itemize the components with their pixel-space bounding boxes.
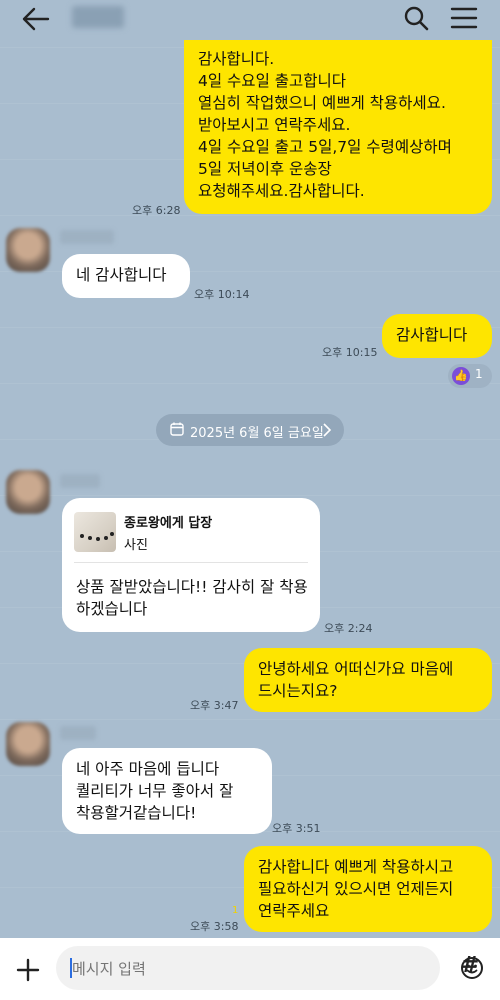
message-line: 5일 저녁이후 운송장 [198,160,332,178]
message-line: 상품 잘받았습니다!! 감사히 잘 [76,578,275,596]
thumbs-up-icon: 👍 [452,367,470,385]
message-bubble-received[interactable]: 네 감사합니다 [62,254,190,298]
menu-icon [450,7,478,29]
sender-name-redacted [60,230,114,244]
avatar[interactable] [6,722,50,766]
message-line: 4일 수요일 출고합니다 [198,72,347,90]
reply-type: 사진 [124,538,148,553]
chevron-right-icon [323,423,332,437]
message-time: 오후 2:24 [324,622,373,635]
message-line: 4일 수요일 출고 5일,7일 수령예상하며 [198,138,452,156]
search-icon [404,6,429,31]
message-line: 착용할거같습니다! [76,804,197,822]
message-composer: # [0,938,500,1000]
date-divider[interactable]: 2025년 6월 6일 금요일 [156,414,344,446]
menu-button[interactable] [450,6,478,30]
message-bubble-sent[interactable]: 감사합니다 예쁘게 착용하시고 필요하신거 있으시면 언제든지 연락주세요 [244,846,492,932]
message-line: 감사합니다. [198,50,275,68]
message-text: 상품 잘받았습니다!! 감사히 잘 착용하겠습니다 [76,576,320,620]
message-bubble-sent[interactable]: 감사합니다. 4일 수요일 출고합니다 열심히 작업했으니 예쁘게 착용하세요.… [184,40,492,214]
unread-count: 1 [232,905,239,916]
reply-message-bubble[interactable]: 종로왕에게 답장 사진 상품 잘받았습니다!! 감사히 잘 착용하겠습니다 [62,498,320,632]
chat-title-redacted [72,6,124,28]
divider [74,562,308,563]
hash-icon: # [460,953,480,978]
message-input-box[interactable] [56,946,483,990]
back-arrow-icon [22,7,50,31]
message-time: 오후 3:58 [190,920,239,933]
avatar[interactable] [6,228,50,272]
back-button[interactable] [20,6,50,32]
message-bubble-received[interactable]: 네 아주 마음에 듭니다 퀄리티가 너무 좋아서 잘 착용할거같습니다! [62,748,272,834]
chat-header [0,0,500,40]
date-text: 2025년 6월 6일 금요일 [190,426,324,441]
message-bubble-sent[interactable]: 감사합니다 [382,314,492,358]
message-time: 오후 6:28 [132,204,181,217]
message-line: 드시는지요? [258,682,338,700]
attach-button[interactable] [14,956,42,984]
message-line: 안녕하세요 어떠신가요 마음에 [258,660,454,678]
plus-icon [16,958,40,982]
message-text: 감사합니다 [396,326,468,344]
sender-name-redacted [60,726,96,740]
message-line: 감사합니다 예쁘게 착용하시고 [258,858,454,876]
message-time: 오후 3:47 [190,699,239,712]
avatar[interactable] [6,470,50,514]
search-button[interactable] [402,4,430,32]
message-time: 오후 10:15 [322,346,378,359]
message-line: 필요하신거 있으시면 언제든지 [258,880,454,898]
message-time: 오후 3:51 [272,822,321,835]
calendar-icon [170,422,184,436]
text-cursor [70,958,72,978]
hash-button[interactable]: # [458,954,482,978]
message-line: 퀄리티가 너무 좋아서 잘 [76,782,234,800]
message-bubble-sent[interactable]: 안녕하세요 어떠신가요 마음에 드시는지요? [244,648,492,712]
reaction-count: 1 [475,367,483,381]
message-line: 연락주세요 [258,902,330,920]
sender-name-redacted [60,474,100,488]
message-line: 열심히 작업했으니 예쁘게 착용하세요. [198,94,446,112]
reply-target: 종로왕에게 답장 [124,516,213,531]
message-text: 네 감사합니다 [76,266,167,284]
message-line: 받아보시고 연락주세요. [198,116,351,134]
message-line: 네 아주 마음에 듭니다 [76,760,220,778]
message-line: 요청해주세요.감사합니다. [198,182,365,200]
reaction-badge[interactable]: 👍 1 [448,364,492,388]
message-time: 오후 10:14 [194,288,250,301]
reply-photo-thumbnail[interactable] [74,512,116,552]
message-input[interactable] [70,956,394,982]
